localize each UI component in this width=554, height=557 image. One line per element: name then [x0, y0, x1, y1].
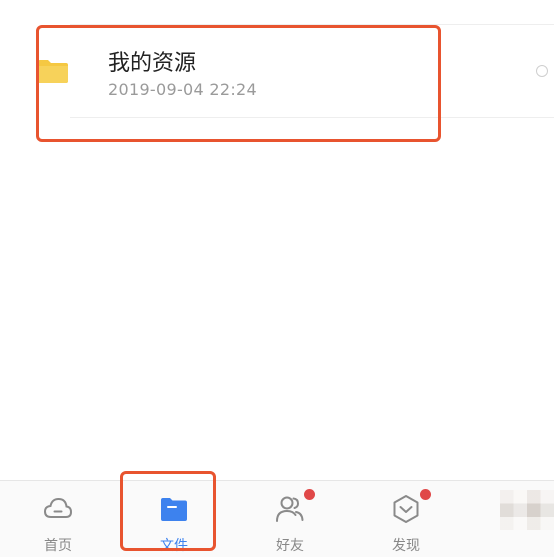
tab-home[interactable]: 首页 [18, 481, 98, 557]
select-checkbox[interactable] [536, 65, 548, 77]
notification-badge [420, 489, 431, 500]
tab-discover-label: 发现 [392, 538, 420, 554]
tab-friends-label: 好友 [276, 538, 304, 554]
cloud-icon [43, 497, 73, 518]
partial-thumbnail [500, 490, 554, 530]
tab-home-label: 首页 [44, 538, 72, 554]
row-divider [70, 117, 554, 118]
tab-friends[interactable]: 好友 [250, 481, 330, 557]
file-date: 2019-09-04 22:24 [108, 80, 257, 99]
tab-files-label: 文件 [160, 538, 188, 554]
file-name: 我的资源 [108, 51, 197, 76]
discover-icon [393, 495, 419, 523]
bottom-tab-bar: 首页 文件 好友 发现 [0, 480, 554, 557]
notification-badge [304, 489, 315, 500]
tab-files[interactable]: 文件 [134, 481, 214, 557]
folder-icon [161, 498, 187, 521]
folder-icon [38, 60, 68, 83]
tab-discover[interactable]: 发现 [366, 481, 446, 557]
friends-icon [276, 496, 304, 522]
file-list-item[interactable]: 我的资源 2019-09-04 22:24 [0, 25, 554, 117]
